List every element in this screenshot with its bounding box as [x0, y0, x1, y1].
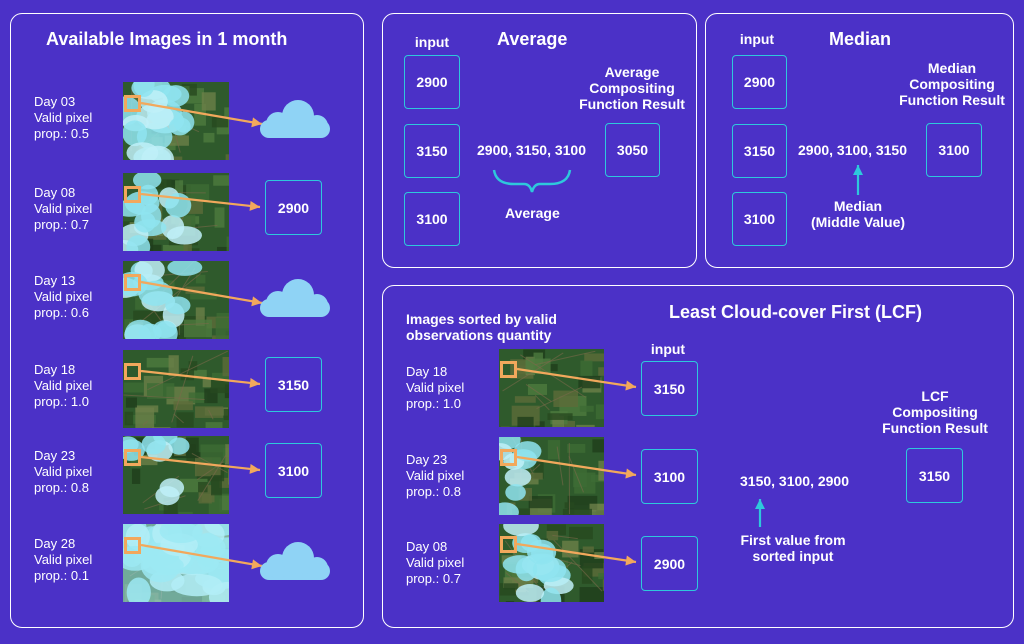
left-day-label-2-prop: prop.: 0.6 [34, 305, 89, 320]
left-day-label-1: Day 08 Valid pixel prop.: 0.7 [34, 185, 92, 233]
average-input-3: 3100 [404, 192, 460, 246]
average-value-list: 2900, 3150, 3100 [477, 142, 586, 158]
average-result-label: Average Compositing Function Result [579, 64, 685, 112]
left-day-label-2-valid: Valid pixel [34, 289, 93, 304]
left-pixel-marker-2 [124, 274, 141, 291]
median-arrow-label: Median (Middle Value) [810, 198, 906, 230]
left-day-label-4-valid: Valid pixel [34, 464, 93, 479]
left-day-label-4-day: Day 23 [34, 448, 76, 463]
lcf-day-label-0: Day 18 Valid pixel prop.: 1.0 [406, 364, 464, 412]
lcf-pixel-marker-0 [500, 361, 517, 378]
median-input-1: 2900 [732, 55, 787, 109]
average-brace-label: Average [505, 205, 560, 221]
median-result-box: 3100 [926, 123, 982, 177]
lcf-sorted-label: Images sorted by valid observations quan… [406, 311, 557, 343]
lcf-day-label-1-valid: Valid pixel [406, 468, 465, 483]
left-day-label-2-day: Day 13 [34, 273, 76, 288]
left-day-label-0-day: Day 03 [34, 94, 76, 109]
available-images-title: Available Images in 1 month [46, 29, 288, 49]
left-day-label-2: Day 13 Valid pixel prop.: 0.6 [34, 273, 92, 321]
average-result-box: 3050 [605, 123, 660, 177]
lcf-input-box-1: 3100 [641, 449, 698, 504]
average-title: Average [497, 29, 568, 49]
lcf-day-label-0-day: Day 18 [406, 364, 448, 379]
lcf-day-label-0-prop: prop.: 1.0 [406, 396, 461, 411]
left-result-box-3: 3150 [265, 357, 322, 412]
lcf-day-label-2-day: Day 08 [406, 539, 448, 554]
lcf-input-box-0: 3150 [641, 361, 698, 416]
median-result-label: Median Compositing Function Result [899, 60, 1005, 108]
left-pixel-marker-4 [124, 449, 141, 466]
left-pixel-marker-5 [124, 537, 141, 554]
left-day-label-3-day: Day 18 [34, 362, 76, 377]
lcf-day-label-2-prop: prop.: 0.7 [406, 571, 461, 586]
left-result-box-1: 2900 [265, 180, 322, 235]
left-pixel-marker-3 [124, 363, 141, 380]
left-day-label-3-prop: prop.: 1.0 [34, 394, 89, 409]
lcf-pixel-marker-1 [500, 449, 517, 466]
left-satellite-image-4 [123, 436, 229, 514]
median-value-list: 2900, 3100, 3150 [798, 142, 907, 158]
left-satellite-image-3 [123, 350, 229, 428]
lcf-day-label-0-valid: Valid pixel [406, 380, 465, 395]
left-day-label-3: Day 18 Valid pixel prop.: 1.0 [34, 362, 92, 410]
lcf-pixel-marker-2 [500, 536, 517, 553]
left-day-label-5: Day 28 Valid pixel prop.: 0.1 [34, 536, 92, 584]
lcf-day-label-2-valid: Valid pixel [406, 555, 465, 570]
average-input-1: 2900 [404, 55, 460, 109]
left-satellite-image-0 [123, 82, 229, 160]
median-input-2: 3150 [732, 124, 787, 178]
average-input-2: 3150 [404, 124, 460, 178]
left-day-label-0: Day 03 Valid pixel prop.: 0.5 [34, 94, 92, 142]
left-day-label-5-prop: prop.: 0.1 [34, 568, 89, 583]
left-day-label-3-valid: Valid pixel [34, 378, 93, 393]
left-pixel-marker-0 [124, 95, 141, 112]
left-day-label-1-prop: prop.: 0.7 [34, 217, 89, 232]
left-day-label-5-valid: Valid pixel [34, 552, 93, 567]
lcf-arrow-label: First value from sorted input [740, 532, 846, 564]
median-input-3: 3100 [732, 192, 787, 246]
lcf-day-label-1: Day 23 Valid pixel prop.: 0.8 [406, 452, 464, 500]
lcf-title: Least Cloud-cover First (LCF) [669, 302, 923, 322]
left-day-label-0-prop: prop.: 0.5 [34, 126, 89, 141]
left-pixel-marker-1 [124, 186, 141, 203]
left-day-label-1-valid: Valid pixel [34, 201, 93, 216]
median-title: Median [829, 29, 892, 49]
left-day-label-4-prop: prop.: 0.8 [34, 480, 89, 495]
left-result-box-4: 3100 [265, 443, 322, 498]
left-satellite-image-5 [123, 524, 229, 602]
lcf-day-label-2: Day 08 Valid pixel prop.: 0.7 [406, 539, 464, 587]
left-satellite-image-1 [123, 173, 229, 251]
left-day-label-5-day: Day 28 [34, 536, 76, 551]
left-day-label-0-valid: Valid pixel [34, 110, 93, 125]
lcf-input-box-2: 2900 [641, 536, 698, 591]
left-day-label-1-day: Day 08 [34, 185, 76, 200]
left-satellite-image-2 [123, 261, 229, 339]
lcf-result-box: 3150 [906, 448, 963, 503]
median-input-label: input [739, 31, 775, 47]
lcf-day-label-1-prop: prop.: 0.8 [406, 484, 461, 499]
lcf-day-label-1-day: Day 23 [406, 452, 448, 467]
lcf-result-label: LCF Compositing Function Result [882, 388, 988, 436]
lcf-value-list: 3150, 3100, 2900 [740, 473, 849, 489]
lcf-input-label: input [650, 341, 686, 357]
average-input-label: input [414, 34, 450, 50]
left-day-label-4: Day 23 Valid pixel prop.: 0.8 [34, 448, 92, 496]
